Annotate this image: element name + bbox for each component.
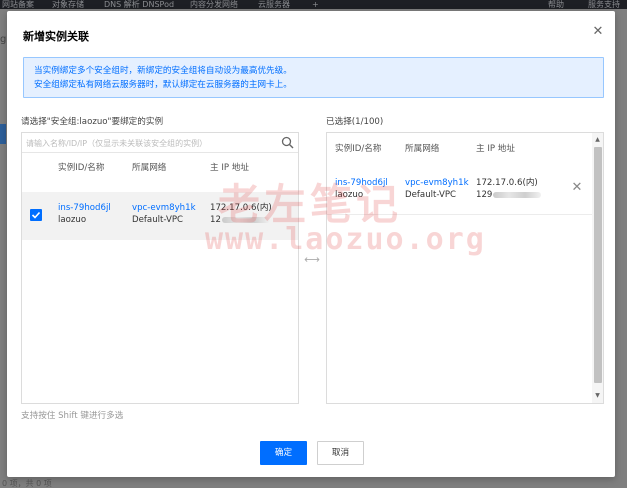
column-header-network: 所属网络 [132, 163, 167, 173]
vpc-name: Default-VPC [405, 190, 457, 200]
close-icon[interactable]: ✕ [591, 25, 605, 39]
topbar-item: 云服务器 [258, 0, 290, 9]
remove-selected-icon[interactable]: ✕ [570, 181, 584, 195]
private-ip: 172.17.0.6(内) [476, 178, 538, 188]
topbar-item: 内容分发网络 [190, 0, 238, 9]
topbar-item: DNS 解析 DNSPod [104, 0, 175, 9]
column-header-ip: 主 IP 地址 [476, 144, 515, 154]
column-header-network: 所属网络 [405, 144, 440, 154]
background-left-tab [0, 124, 6, 144]
multi-select-hint: 支持按住 Shift 键进行多选 [21, 411, 124, 421]
topbar-item: 服务支持 [588, 0, 620, 9]
topbar-item: 对象存储 [52, 0, 84, 9]
redacted-ip [493, 191, 542, 198]
search-box [22, 133, 298, 153]
background-left-hint: g [0, 34, 6, 45]
public-ip: 129 [476, 189, 542, 201]
check-icon [31, 211, 41, 219]
selected-count-label: 已选择(1/100) [326, 117, 384, 127]
topbar-item: 网站备案 [2, 0, 34, 9]
modal-title: 新增实例关联 [23, 30, 89, 43]
column-header-id: 实例ID/名称 [58, 163, 105, 173]
column-header-id: 实例ID/名称 [335, 144, 382, 154]
search-icon[interactable] [281, 136, 294, 149]
vpc-name: Default-VPC [132, 215, 184, 225]
public-ip-prefix: 129 [476, 190, 493, 200]
left-panel-label: 请选择"安全组:laozuo"要绑定的实例 [21, 117, 164, 127]
info-notice: 当实例绑定多个安全组时，新绑定的安全组将自动设为最高优先级。 安全组绑定私有网络… [23, 57, 604, 98]
notice-line: 当实例绑定多个安全组时，新绑定的安全组将自动设为最高优先级。 [34, 66, 292, 76]
notice-line: 安全组绑定私有网络云服务器时，默认绑定在云服务器的主网卡上。 [34, 80, 292, 90]
scroll-down-icon[interactable]: ▼ [592, 391, 603, 401]
scrollbar[interactable]: ▲ ▼ [592, 133, 603, 403]
row-checkbox[interactable] [30, 209, 42, 221]
watermark-url: www.laozuo.org [205, 222, 486, 257]
background-pagination: 0 项，共 0 项 [2, 479, 52, 488]
topbar-item: + [312, 0, 319, 9]
scroll-up-icon[interactable]: ▲ [592, 135, 603, 145]
instance-id[interactable]: ins-79hod6jl [58, 202, 111, 214]
background-topbar: 网站备案 对象存储 DNS 解析 DNSPod 内容分发网络 云服务器 + 帮助… [0, 0, 627, 9]
confirm-button[interactable]: 确定 [260, 441, 307, 465]
instance-name: laozuo [58, 215, 87, 225]
topbar-item: 帮助 [548, 0, 564, 9]
vpc-id[interactable]: vpc-evm8yh1k [405, 177, 469, 189]
cancel-button[interactable]: 取消 [317, 441, 364, 465]
scroll-thumb[interactable] [594, 147, 602, 383]
search-input[interactable] [26, 135, 276, 151]
vpc-id[interactable]: vpc-evm8yh1k [132, 202, 196, 214]
